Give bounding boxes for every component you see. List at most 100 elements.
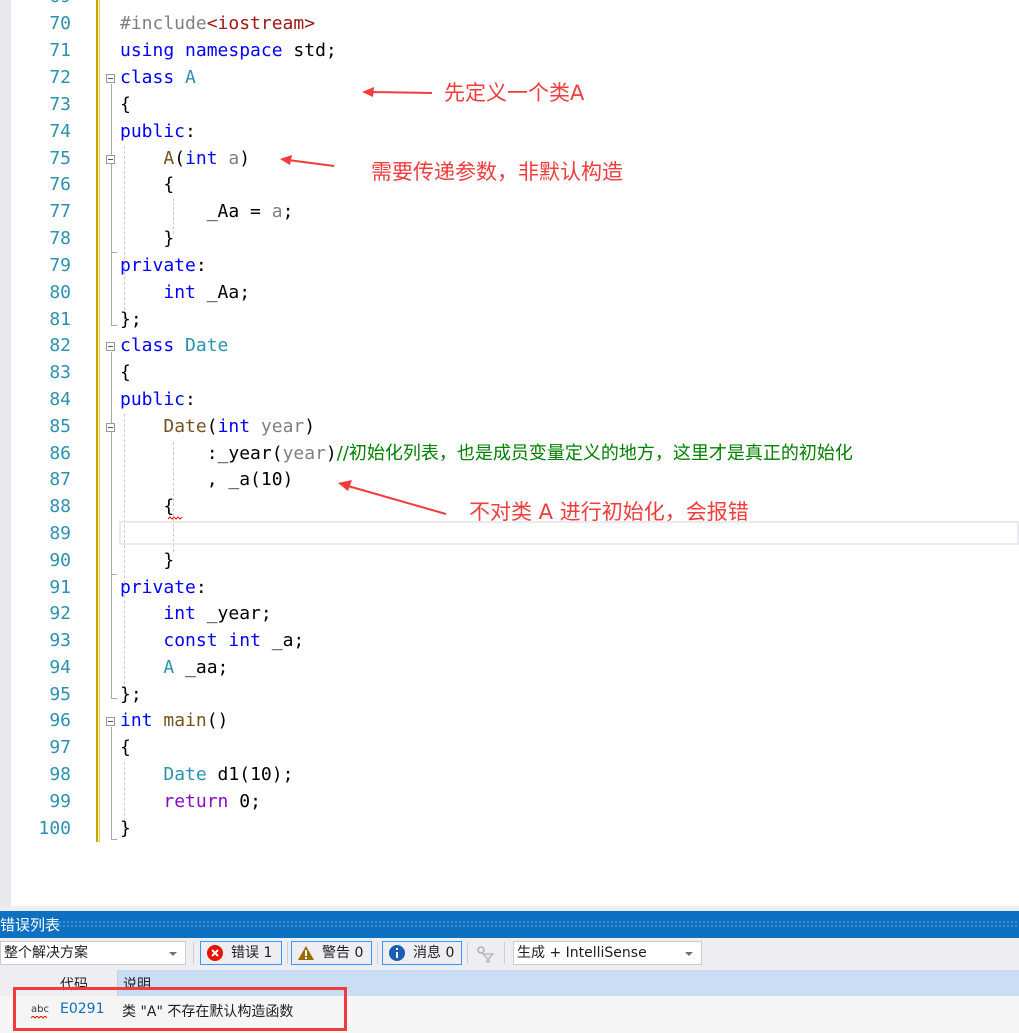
errors-filter-button[interactable]: 错误 1: [200, 941, 282, 965]
toolbar-separator: [377, 942, 378, 964]
code-line-82[interactable]: class Date: [120, 333, 228, 360]
code-line-97[interactable]: {: [120, 735, 131, 762]
keyword: int: [163, 282, 196, 303]
parameter: year: [282, 443, 326, 464]
code-text: _year;: [195, 603, 272, 624]
parameter: year: [260, 416, 305, 437]
code-line-74[interactable]: public:: [120, 119, 196, 146]
code-text: std;: [282, 40, 337, 61]
code-line-81[interactable]: };: [120, 307, 142, 334]
fold-region-line: [111, 727, 112, 839]
code-line-85[interactable]: Date(int year): [120, 414, 315, 441]
scope-dropdown[interactable]: 整个解决方案: [0, 941, 186, 965]
filter-icon[interactable]: [475, 944, 495, 964]
source-filter-value: 生成 + IntelliSense: [517, 945, 647, 961]
annotation-non-default-ctor: 需要传递参数，非默认构造: [371, 160, 623, 184]
code-line-91[interactable]: private:: [120, 575, 207, 602]
code-line-93[interactable]: const int _a;: [120, 628, 304, 655]
fold-toggle-class-date[interactable]: [106, 342, 115, 351]
warnings-filter-button[interactable]: 警告 0: [291, 941, 372, 965]
code-text: ): [239, 148, 251, 169]
keyword: int: [163, 603, 196, 624]
parameter: a: [228, 148, 240, 169]
annotation-arrow-icon: [280, 155, 335, 167]
line-number: 76: [49, 174, 71, 195]
fold-region-end: [111, 252, 117, 253]
line-number: 91: [49, 577, 71, 598]
line-number: 75: [49, 148, 71, 169]
fold-region-end: [111, 574, 117, 575]
code-line-86[interactable]: :_year(year)//初始化列表，也是成员变量定义的地方，这里才是真正的初…: [120, 441, 853, 468]
keyword: class: [120, 67, 175, 88]
code-line-73[interactable]: {: [120, 92, 131, 119]
keyword: private: [120, 577, 196, 598]
annotation-arrow-icon: [338, 480, 447, 515]
fold-toggle-ctor-date[interactable]: [106, 423, 115, 432]
line-number: 86: [49, 443, 71, 464]
chevron-down-icon: [685, 952, 693, 956]
code-line-90[interactable]: }: [120, 548, 174, 575]
line-number: 73: [49, 94, 71, 115]
code-line-99[interactable]: return 0;: [120, 789, 261, 816]
code-line-75[interactable]: A(int a): [120, 146, 250, 173]
source-filter-dropdown[interactable]: 生成 + IntelliSense: [513, 941, 702, 965]
code-line-78[interactable]: }: [120, 226, 174, 253]
function-name: Date: [163, 416, 207, 437]
code-text: :_year(: [206, 443, 283, 464]
fold-region-end: [111, 698, 117, 699]
toolbar-separator: [467, 942, 468, 964]
fold-toggle-ctor-a[interactable]: [106, 155, 115, 164]
line-number: 98: [49, 764, 71, 785]
scope-value: 整个解决方案: [4, 945, 88, 961]
code-text: }: [163, 228, 175, 249]
messages-filter-button[interactable]: 消息 0: [382, 941, 462, 965]
code-text: ): [304, 416, 316, 437]
code-line-95[interactable]: };: [120, 682, 142, 709]
error-list-toolbar: 整个解决方案 错误 1 警告 0 消息 0 生成 + IntelliSense: [0, 938, 1019, 970]
line-number: 72: [49, 67, 71, 88]
code-line-83[interactable]: {: [120, 360, 131, 387]
fold-toggle-class-a[interactable]: [106, 74, 115, 83]
function-name: A: [163, 148, 175, 169]
code-line-77[interactable]: _Aa = a;: [120, 199, 294, 226]
code-text: , _a(10): [206, 469, 294, 490]
code-text: (: [206, 416, 218, 437]
preprocessor-directive: #include: [120, 13, 207, 34]
code-line-94[interactable]: A _aa;: [120, 655, 228, 682]
keyword: int: [228, 630, 261, 651]
line-number: 77: [49, 201, 71, 222]
type-name: A: [185, 67, 196, 88]
keyword: public: [120, 121, 186, 142]
code-line-70[interactable]: #include<iostream>: [120, 11, 315, 38]
fold-toggle-main[interactable]: [106, 717, 115, 726]
code-comment: //初始化列表，也是成员变量定义的地方，这里才是真正的初始化: [336, 443, 853, 464]
code-line-80[interactable]: int _Aa;: [120, 280, 250, 307]
annotation-define-class-a: 先定义一个类A: [444, 81, 585, 105]
code-line-79[interactable]: private:: [120, 253, 207, 280]
annotation-highlight-box: [13, 987, 347, 1031]
code-line-76[interactable]: {: [120, 172, 174, 199]
type-name: Date: [185, 335, 229, 356]
fold-region-end: [111, 839, 117, 840]
error-list-title-bar[interactable]: 错误列表: [0, 911, 1019, 938]
parameter: a: [271, 201, 283, 222]
line-number: 87: [49, 469, 71, 490]
code-line-72[interactable]: class A: [120, 65, 196, 92]
code-line-98[interactable]: Date d1(10);: [120, 762, 293, 789]
code-text: {: [163, 174, 175, 195]
code-line-87[interactable]: , _a(10): [120, 467, 294, 494]
code-editor[interactable]: 69 70 71 72 73 74 75 76 77 78 79 80 81 82 83 84 85 86 87 88…: [0, 0, 1019, 906]
code-text: }: [163, 550, 175, 571]
toolbar-separator: [193, 942, 194, 964]
line-number: 88: [49, 496, 71, 517]
code-line-71[interactable]: using namespace std;: [120, 38, 337, 65]
code-line-96[interactable]: int main(): [120, 708, 228, 735]
line-number: 82: [49, 335, 71, 356]
code-text: d1(10);: [206, 764, 294, 785]
code-line-100[interactable]: }: [120, 816, 131, 843]
code-line-88[interactable]: {: [120, 494, 174, 521]
line-number: 99: [49, 791, 71, 812]
code-line-92[interactable]: int _year;: [120, 601, 272, 628]
type-name: A: [163, 657, 175, 678]
code-line-84[interactable]: public:: [120, 387, 196, 414]
